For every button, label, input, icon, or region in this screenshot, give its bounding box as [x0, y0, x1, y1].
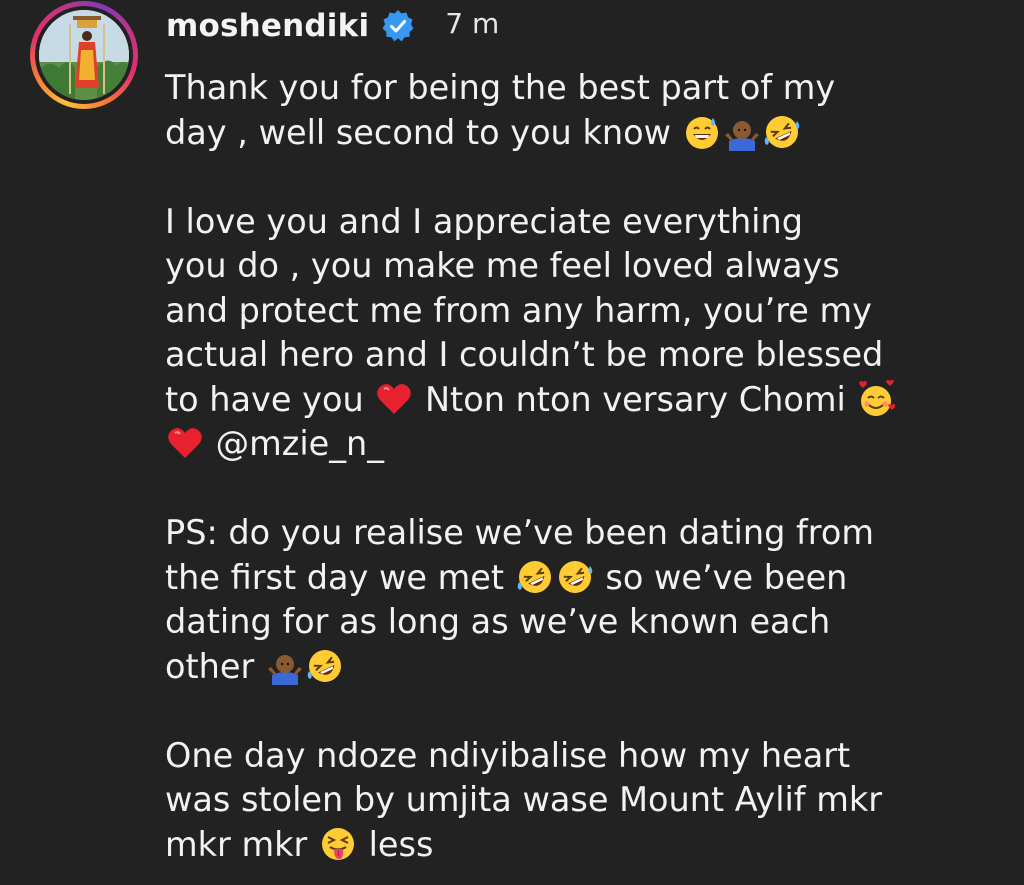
- caption-line: dating for as long as we’ve known each: [165, 602, 831, 641]
- rolling-laughing-emoji-icon: [763, 113, 801, 151]
- post-timestamp: 7 m: [445, 6, 500, 40]
- caption-line: so we’ve been: [605, 557, 848, 597]
- rolling-laughing-emoji-icon: [556, 558, 594, 596]
- caption-line: I love you and I appreciate everything: [165, 201, 803, 241]
- caption-paragraph-3: PS: do you realise we’ve been dating fro…: [165, 511, 1015, 689]
- squinting-tongue-emoji-icon: [319, 825, 357, 863]
- caption-line: to have you: [165, 379, 364, 419]
- caption-line: One day ndoze ndiyibalise how my heart: [165, 735, 851, 775]
- caption-paragraph-4: One day ndoze ndiyibalise how my heart w…: [165, 734, 1015, 868]
- avatar-photo: [39, 10, 129, 100]
- story-ring[interactable]: [30, 1, 138, 109]
- caption-line: the first day we met: [165, 557, 505, 597]
- caption-line: day , well second to you know: [165, 112, 671, 152]
- caption-line: other: [165, 646, 255, 686]
- avatar[interactable]: [39, 10, 129, 100]
- caption-line: PS: do you realise we’ve been dating fro…: [165, 513, 874, 552]
- caption-line: was stolen by umjita wase Mount Aylif mk…: [165, 780, 883, 819]
- caption-line: less: [368, 824, 434, 864]
- caption-line: mkr mkr: [165, 824, 308, 864]
- caption-line: you do , you make me feel loved always: [165, 246, 840, 285]
- verified-badge-icon: [381, 9, 415, 43]
- rolling-laughing-emoji-icon: [516, 558, 554, 596]
- post-caption-view: moshendiki 7 m Thank you for being the b…: [0, 0, 1024, 885]
- person-shrugging-emoji-icon: [723, 113, 761, 151]
- caption-line: Nton nton versary Chomi: [425, 379, 846, 419]
- caption-paragraph-2: I love you and I appreciate everything y…: [165, 200, 1015, 467]
- smiling-hearts-emoji-icon: [857, 379, 896, 418]
- person-shrugging-emoji-icon: [266, 647, 304, 685]
- post-header: moshendiki 7 m: [166, 4, 499, 48]
- caption-line: actual hero and I couldn’t be more bless…: [165, 335, 884, 374]
- mention-link[interactable]: @mzie_n_: [216, 424, 384, 463]
- caption-paragraph-1: Thank you for being the best part of my …: [165, 66, 1015, 155]
- red-heart-emoji-icon: [166, 424, 204, 462]
- rolling-laughing-emoji-icon: [306, 647, 344, 685]
- username[interactable]: moshendiki: [166, 8, 369, 44]
- red-heart-emoji-icon: [375, 380, 413, 418]
- grinning-sweat-emoji-icon: [683, 113, 721, 151]
- caption-text: Thank you for being the best part of my …: [165, 66, 1015, 867]
- caption-line: Thank you for being the best part of my: [165, 68, 836, 107]
- caption-line: and protect me from any harm, you’re my: [165, 290, 872, 330]
